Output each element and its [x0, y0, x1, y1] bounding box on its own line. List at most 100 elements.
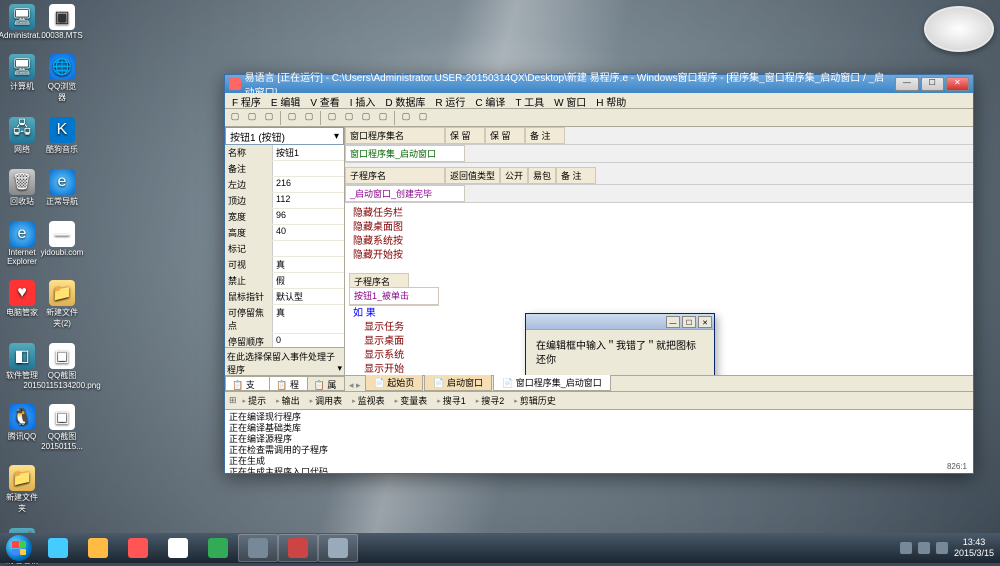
toolbar-button[interactable]: ▢ [341, 110, 357, 126]
editor-tab[interactable]: 📄 窗口程序集_启动窗口 [493, 374, 611, 391]
property-value[interactable]: 216 [273, 177, 344, 192]
output-tab[interactable]: 输出 [272, 393, 304, 408]
property-row[interactable]: 停留顺序0 [225, 334, 344, 347]
code-line[interactable]: 隐藏桌面图 [353, 221, 965, 235]
maximize-button[interactable]: ☐ [921, 77, 944, 91]
menu-item[interactable]: E 编辑 [266, 93, 305, 108]
toolbar-button[interactable]: ▢ [261, 110, 277, 126]
property-row[interactable]: 标记 [225, 241, 344, 257]
taskbar-item[interactable] [278, 534, 318, 562]
taskbar-item[interactable] [78, 534, 118, 562]
property-value[interactable] [273, 241, 344, 256]
object-selector[interactable]: 按钮1 (按钮) ▾ [225, 127, 344, 145]
toolbar-button[interactable]: ▢ [375, 110, 391, 126]
output-tab[interactable]: 监视表 [348, 393, 389, 408]
dialog-close-button[interactable]: ✕ [698, 316, 712, 328]
menu-item[interactable]: W 窗口 [549, 93, 591, 108]
menu-item[interactable]: H 帮助 [591, 93, 631, 108]
editor-tab[interactable]: 📄 起始页 [365, 374, 424, 391]
dialog-minimize-button[interactable]: — [666, 316, 680, 328]
start-button[interactable] [0, 533, 38, 563]
code-line[interactable]: 隐藏系统按 [353, 235, 965, 249]
toolbar-button[interactable]: ▢ [301, 110, 317, 126]
property-value[interactable]: 假 [273, 273, 344, 288]
taskbar-item[interactable] [118, 534, 158, 562]
close-button[interactable]: ✕ [946, 77, 969, 91]
dialog-maximize-button[interactable]: ☐ [682, 316, 696, 328]
taskbar-item[interactable] [198, 534, 238, 562]
toolbar-button[interactable]: ▢ [324, 110, 340, 126]
assembly-name[interactable]: 窗口程序集_启动窗口 [345, 145, 465, 162]
clock[interactable]: 13:43 2015/3/15 [954, 537, 994, 559]
panel-tab[interactable]: 📋 属性 [307, 376, 345, 391]
desktop-icon[interactable]: 📁新建文件夹 [4, 465, 40, 514]
editor-tab[interactable]: 📄 启动窗口 [424, 374, 492, 391]
desktop-icon[interactable]: 🌐QQ浏览器 [44, 54, 80, 103]
property-value[interactable]: 真 [273, 305, 344, 333]
taskbar-item[interactable] [158, 534, 198, 562]
property-value[interactable]: 真 [273, 257, 344, 272]
property-value[interactable]: 默认型 [273, 289, 344, 304]
property-row[interactable]: 顶边112 [225, 193, 344, 209]
toolbar-button[interactable]: ▢ [227, 110, 243, 126]
desktop-icon[interactable]: 一yidoubi.com [44, 221, 80, 266]
menu-item[interactable]: D 数据库 [380, 93, 430, 108]
panel-tab[interactable]: 📋 支持库 [225, 376, 270, 391]
output-tab[interactable]: 搜寻1 [433, 393, 470, 408]
tray-icon[interactable] [900, 542, 912, 554]
output-tab[interactable]: 调用表 [306, 393, 347, 408]
desktop-icon[interactable]: eInternet Explorer [4, 221, 40, 266]
tray-icon[interactable] [936, 542, 948, 554]
menu-item[interactable]: T 工具 [510, 93, 549, 108]
subroutine-name-2[interactable]: 按钮1_被单击 [349, 287, 439, 305]
code-line[interactable]: 隐藏开始按 [353, 249, 965, 263]
output-tab[interactable]: 剪辑历史 [510, 393, 560, 408]
property-value[interactable]: 112 [273, 193, 344, 208]
desktop-icon[interactable]: 🖥Administrat... [4, 4, 40, 40]
desktop-icon[interactable]: e正常导航 [44, 169, 80, 207]
desktop-icon[interactable]: 🐧腾讯QQ [4, 404, 40, 451]
output-tab[interactable]: 提示 [239, 393, 271, 408]
desktop-icon[interactable]: ▣QQ截图20150115... [44, 404, 80, 451]
toolbar-button[interactable]: ▢ [358, 110, 374, 126]
property-row[interactable]: 左边216 [225, 177, 344, 193]
property-row[interactable]: 宽度96 [225, 209, 344, 225]
property-value[interactable]: 0 [273, 334, 344, 347]
property-value[interactable] [273, 161, 344, 176]
dialog-titlebar[interactable]: — ☐ ✕ [526, 314, 714, 330]
system-tray[interactable]: 13:43 2015/3/15 [894, 537, 1000, 559]
property-row[interactable]: 名称按钮1 [225, 145, 344, 161]
property-grid[interactable]: 名称按钮1备注左边216顶边112宽度96高度40标记可视真禁止假鼠标指针默认型… [225, 145, 344, 347]
desktop-icon[interactable]: ▣QQ截图20150115134200.png [44, 343, 80, 390]
taskbar-item[interactable] [238, 534, 278, 562]
property-row[interactable]: 鼠标指针默认型 [225, 289, 344, 305]
tray-icon[interactable] [918, 542, 930, 554]
taskbar-item[interactable] [318, 534, 358, 562]
property-row[interactable]: 可停留焦点真 [225, 305, 344, 334]
code-editor[interactable]: 子程序名 按钮1_被单击 隐藏任务栏隐藏桌面图隐藏系统按隐藏开始按如 果 显示任… [345, 203, 973, 375]
ide-titlebar[interactable]: 易语言 [正在运行] - C:\Users\Administrator.USER… [225, 75, 973, 93]
menu-item[interactable]: C 编译 [470, 93, 510, 108]
toolbar-button[interactable]: ▢ [415, 110, 431, 126]
property-value[interactable]: 40 [273, 225, 344, 240]
property-row[interactable]: 禁止假 [225, 273, 344, 289]
desktop-icon[interactable]: 📁新建文件夹(2) [44, 280, 80, 329]
minimize-button[interactable]: — [895, 77, 918, 91]
taskbar-item[interactable] [38, 534, 78, 562]
panel-tab[interactable]: 📋 程序 [269, 376, 307, 391]
menu-item[interactable]: I 插入 [345, 93, 381, 108]
desktop-icon[interactable]: ♥电脑管家 [4, 280, 40, 329]
subroutine-name[interactable]: _启动窗口_创建完毕 [345, 185, 465, 202]
output-tab[interactable]: 搜寻2 [472, 393, 509, 408]
output-panel[interactable]: 正在编译现行程序正在编译基础类库正在编译源程序正在检查需调用的子程序正在生成正在… [225, 409, 973, 473]
toolbar-button[interactable]: ▢ [244, 110, 260, 126]
property-row[interactable]: 备注 [225, 161, 344, 177]
desktop-icon[interactable]: 🖧网络 [4, 117, 40, 155]
desktop-icon[interactable]: ▣00038.MTS [44, 4, 80, 40]
sidebar-gadget[interactable] [924, 6, 994, 52]
toolbar-button[interactable]: ▢ [284, 110, 300, 126]
property-value[interactable]: 按钮1 [273, 145, 344, 160]
menu-item[interactable]: V 查看 [305, 93, 344, 108]
menu-item[interactable]: F 程序 [227, 93, 266, 108]
toolbar-button[interactable]: ▢ [398, 110, 414, 126]
